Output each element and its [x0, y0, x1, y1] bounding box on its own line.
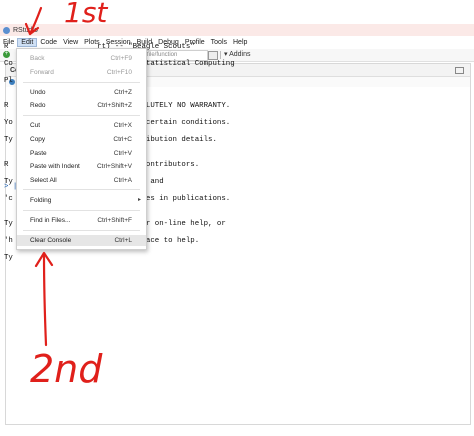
- second-arrow-shaft: [42, 253, 48, 347]
- annotation-1st: 1st: [64, 0, 108, 29]
- annotation-overlay: 1st 2nd: [24, 0, 108, 391]
- annotation-2nd: 2nd: [30, 347, 103, 391]
